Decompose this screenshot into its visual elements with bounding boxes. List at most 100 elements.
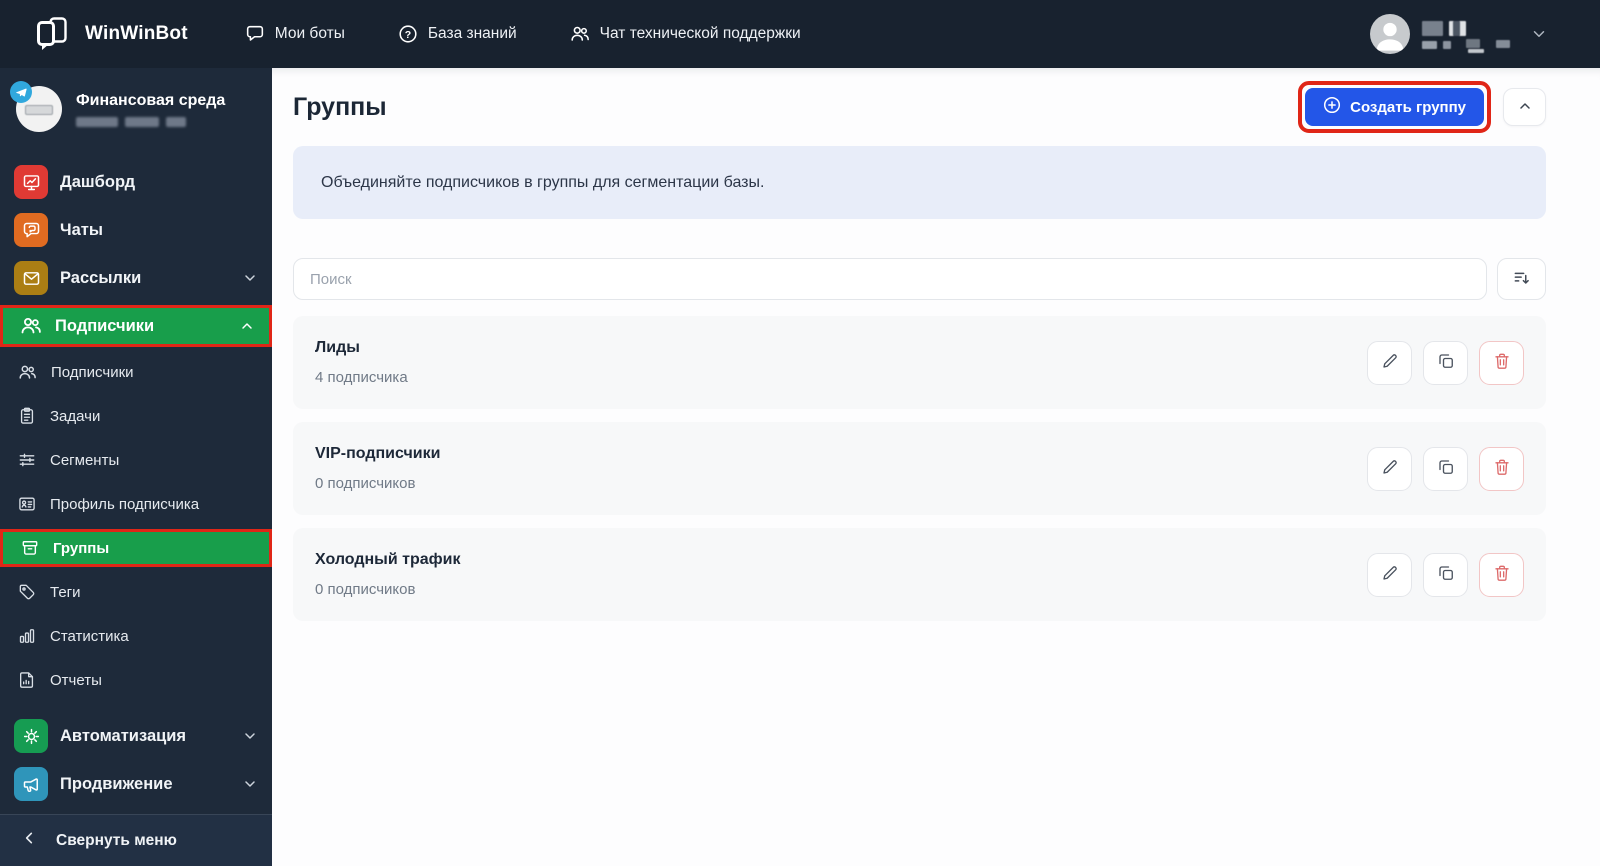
chevron-left-icon <box>22 830 38 851</box>
edit-group-button[interactable] <box>1367 340 1412 385</box>
sidebar-item-chats[interactable]: Чаты <box>0 206 272 254</box>
people-icon <box>569 23 591 45</box>
nav-knowledge-base[interactable]: ? База знаний <box>397 23 517 45</box>
delete-group-button[interactable] <box>1479 552 1524 597</box>
sidebar-item-subscribers[interactable]: Подписчики <box>0 305 272 347</box>
submenu-item-label: Теги <box>50 583 81 601</box>
submenu-item-tasks[interactable]: Задачи <box>0 394 272 438</box>
sidebar-item-label: Подписчики <box>55 316 155 335</box>
collapse-menu-button[interactable]: Свернуть меню <box>0 814 272 866</box>
subscribers-icon <box>17 362 38 383</box>
sidebar-item-automation[interactable]: Автоматизация <box>0 712 272 760</box>
sidebar-item-dashboard[interactable]: Дашборд <box>0 158 272 206</box>
copy-icon <box>1436 351 1456 374</box>
sidebar-item-label: Дашборд <box>60 172 136 191</box>
trash-icon <box>1492 457 1512 480</box>
chats-icon <box>14 213 48 247</box>
sidebar-item-broadcasts[interactable]: Рассылки <box>0 254 272 302</box>
sort-icon <box>1512 268 1532 291</box>
submenu-item-label: Сегменты <box>50 451 120 469</box>
plus-circle-icon <box>1323 96 1341 118</box>
group-name: VIP-подписчики <box>315 445 441 462</box>
gear-icon <box>14 719 48 753</box>
chevron-up-icon <box>239 318 255 334</box>
bot-avatar-chip <box>25 105 53 115</box>
submenu-item-segments[interactable]: Сегменты <box>0 438 272 482</box>
nav-support-chat[interactable]: Чат технической поддержки <box>569 23 801 45</box>
redacted-bot-handle <box>76 116 225 127</box>
telegram-icon <box>10 81 32 103</box>
chevron-down-icon <box>242 270 258 286</box>
search-row <box>293 258 1546 300</box>
copy-group-button[interactable] <box>1423 340 1468 385</box>
sidebar-item-label: Рассылки <box>60 268 142 287</box>
delete-group-button[interactable] <box>1479 446 1524 491</box>
bot-profile[interactable]: Финансовая среда <box>0 68 272 146</box>
submenu-item-label: Группы <box>53 539 110 557</box>
annotation-box-create-group: Создать группу <box>1298 81 1491 133</box>
search-input[interactable] <box>293 258 1487 300</box>
subscribers-icon <box>19 314 43 338</box>
dashboard-icon <box>14 165 48 199</box>
chevron-up-icon <box>1517 98 1533 117</box>
create-group-label: Создать группу <box>1350 98 1466 116</box>
group-subscriber-count: 4 подписчика <box>315 369 408 386</box>
clipboard-icon <box>17 406 37 426</box>
chevron-down-icon <box>242 728 258 744</box>
copy-icon <box>1436 563 1456 586</box>
sidebar-item-promotion[interactable]: Продвижение <box>0 760 272 808</box>
sidebar-menu: Дашборд Чаты Рассылки Подписчики Подписч… <box>0 158 272 808</box>
submenu-item-tags[interactable]: Теги <box>0 570 272 614</box>
group-card-vip[interactable]: VIP-подписчики 0 подписчиков <box>293 422 1546 515</box>
submenu-item-statistics[interactable]: Статистика <box>0 614 272 658</box>
submenu-item-label: Профиль подписчика <box>50 495 200 513</box>
submenu-item-reports[interactable]: Отчеты <box>0 658 272 702</box>
copy-group-button[interactable] <box>1423 446 1468 491</box>
info-banner-text: Объединяйте подписчиков в группы для сег… <box>321 173 765 191</box>
edit-group-button[interactable] <box>1367 446 1412 491</box>
main-header: Группы Создать группу <box>293 81 1546 133</box>
subscribers-submenu: Подписчики Задачи Сегменты Профиль подпи… <box>0 350 272 702</box>
chevron-down-icon[interactable] <box>1530 25 1548 43</box>
nav-label: Чат технической поддержки <box>599 25 801 42</box>
id-card-icon <box>17 494 37 514</box>
copy-group-button[interactable] <box>1423 552 1468 597</box>
group-card-cold-traffic[interactable]: Холодный трафик 0 подписчиков <box>293 528 1546 621</box>
nav-my-bots[interactable]: Мои боты <box>244 23 345 45</box>
svg-text:?: ? <box>405 29 411 41</box>
chat-bubble-icon <box>244 23 266 45</box>
submenu-item-label: Отчеты <box>50 671 102 689</box>
nav-label: Мои боты <box>274 25 345 42</box>
redacted-username <box>1422 17 1518 53</box>
user-menu[interactable] <box>1370 14 1548 54</box>
bot-name: Финансовая среда <box>76 91 226 109</box>
mail-icon <box>14 261 48 295</box>
create-group-button[interactable]: Создать группу <box>1305 88 1484 126</box>
tag-icon <box>17 582 37 602</box>
sort-button[interactable] <box>1497 258 1546 300</box>
submenu-item-subscribers[interactable]: Подписчики <box>0 350 272 394</box>
collapse-panel-button[interactable] <box>1503 88 1546 126</box>
submenu-item-label: Подписчики <box>51 363 134 381</box>
chevron-down-icon <box>242 776 258 792</box>
sidebar-item-label: Продвижение <box>60 774 173 793</box>
brand[interactable]: WinWinBot <box>33 13 188 56</box>
report-document-icon <box>17 670 37 690</box>
megaphone-icon <box>14 767 48 801</box>
group-subscriber-count: 0 подписчиков <box>315 475 416 492</box>
submenu-item-groups[interactable]: Группы <box>0 529 272 567</box>
group-card-lidy[interactable]: Лиды 4 подписчика <box>293 316 1546 409</box>
collapse-menu-label: Свернуть меню <box>56 831 177 849</box>
brand-title: WinWinBot <box>85 23 188 44</box>
main-content: Группы Создать группу Объединяйте подпис… <box>272 68 1600 866</box>
delete-group-button[interactable] <box>1479 340 1524 385</box>
sidebar-item-label: Чаты <box>60 220 103 239</box>
group-subscriber-count: 0 подписчиков <box>315 581 416 598</box>
question-circle-icon: ? <box>397 23 419 45</box>
pencil-icon <box>1380 457 1400 480</box>
edit-group-button[interactable] <box>1367 552 1412 597</box>
nav-label: База знаний <box>427 25 517 42</box>
submenu-item-subscriber-profile[interactable]: Профиль подписчика <box>0 482 272 526</box>
groups-box-icon <box>20 538 40 558</box>
bot-avatar <box>10 81 62 132</box>
